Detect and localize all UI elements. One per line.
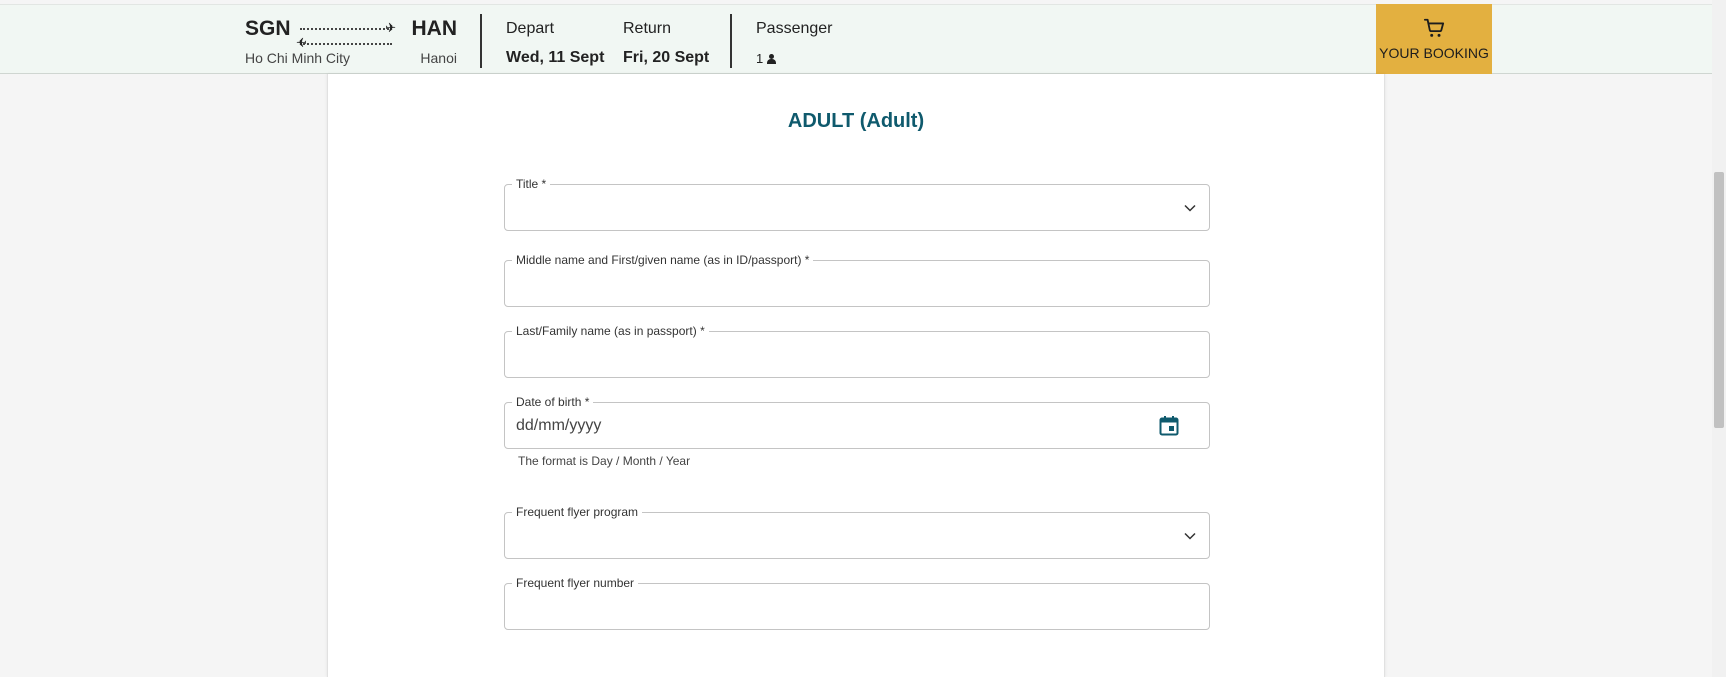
chevron-down-icon: [1184, 532, 1196, 540]
passenger-type-heading: ADULT (Adult): [787, 110, 925, 132]
passenger-count: 1: [756, 51, 777, 66]
your-booking-button[interactable]: YOUR BOOKING: [1376, 4, 1492, 74]
cart-icon: [1423, 18, 1445, 37]
return-date: Fri, 20 Sept: [623, 49, 710, 66]
date-format-helper: The format is Day / Month / Year: [518, 454, 691, 468]
route-summary: SGN ✈ ✈ HAN Ho Chi Minh City Hanoi: [245, 15, 457, 71]
last-name-input[interactable]: Last/Family name (as in passport) *: [504, 324, 1210, 378]
your-booking-label: YOUR BOOKING: [1379, 45, 1489, 61]
last-name-label: Last/Family name (as in passport) *: [512, 324, 709, 338]
vertical-scrollbar[interactable]: [1712, 0, 1726, 677]
origin-code: SGN: [245, 17, 291, 40]
passenger-label: Passenger: [756, 20, 833, 37]
calendar-icon[interactable]: [1159, 415, 1179, 437]
date-of-birth-input[interactable]: Date of birth * dd/mm/yyyy: [504, 395, 1210, 449]
return-dotted-line: [300, 43, 392, 45]
frequent-flyer-number-label: Frequent flyer number: [512, 576, 639, 590]
origin-city: Ho Chi Minh City: [245, 50, 351, 66]
passenger-count-value: 1: [756, 51, 764, 66]
frequent-flyer-program-label: Frequent flyer program: [512, 505, 643, 519]
frequent-flyer-number-input[interactable]: Frequent flyer number: [504, 576, 1210, 630]
frequent-flyer-program-select[interactable]: Frequent flyer program: [504, 505, 1210, 559]
passenger-form-card: ADULT (Adult) Title * Middle name and Fi…: [327, 74, 1385, 677]
flight-path-graphic: ✈ ✈: [296, 20, 396, 50]
date-of-birth-label: Date of birth *: [512, 395, 594, 409]
depart-date: Wed, 11 Sept: [506, 49, 605, 66]
depart-label: Depart: [506, 20, 555, 37]
chevron-down-icon: [1184, 204, 1196, 212]
title-select[interactable]: Title *: [504, 177, 1210, 231]
plane-return-icon: ✈: [296, 35, 307, 50]
return-label: Return: [623, 20, 672, 37]
destination-city: Hanoi: [420, 50, 457, 66]
given-name-input[interactable]: Middle name and First/given name (as in …: [504, 253, 1210, 307]
plane-icon: ✈: [385, 20, 396, 35]
person-icon: [766, 53, 777, 64]
scrollbar-thumb[interactable]: [1714, 172, 1724, 428]
date-of-birth-placeholder: dd/mm/yyyy: [516, 417, 602, 434]
divider: [730, 14, 732, 68]
divider: [480, 14, 482, 68]
outbound-dotted-line: [300, 28, 392, 30]
destination-code: HAN: [411, 17, 458, 40]
given-name-label: Middle name and First/given name (as in …: [512, 253, 814, 267]
title-label: Title *: [512, 177, 551, 191]
